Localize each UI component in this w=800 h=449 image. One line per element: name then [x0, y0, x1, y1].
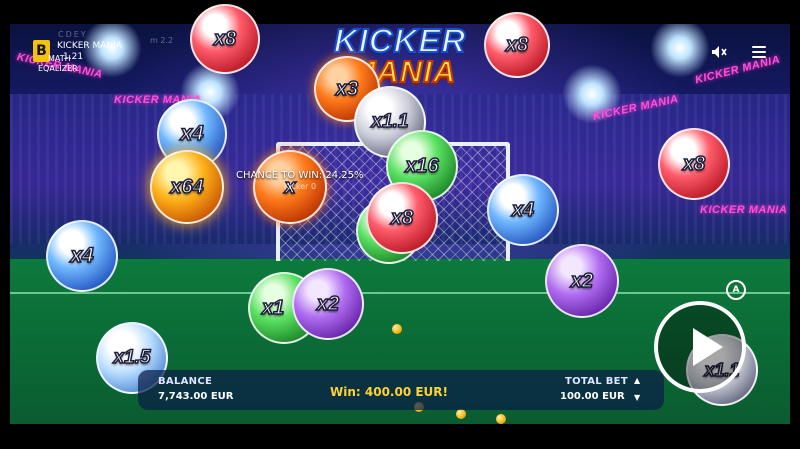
chance-subtext: Kicker 0	[284, 182, 317, 191]
math-line1: MATH	[48, 54, 71, 63]
multiplier-ball: x4	[487, 174, 559, 246]
coin	[456, 409, 466, 419]
multiplier-label: x8	[390, 206, 414, 230]
balance-label: BALANCE	[158, 376, 213, 387]
multiplier-ball: x4	[46, 220, 118, 292]
stadium-light	[650, 24, 710, 78]
multiplier-label: x2	[316, 292, 340, 316]
multiplier-ball: x8	[658, 128, 730, 200]
ghost-text: CDEY	[58, 30, 88, 39]
balance-value: 7,743.00 EUR	[158, 391, 234, 402]
total-bet-value: 100.00 EUR	[560, 391, 625, 402]
multiplier-label: x1.1	[371, 110, 409, 133]
coin	[496, 414, 506, 424]
multiplier-label: x16	[405, 154, 440, 178]
coin	[392, 324, 402, 334]
multiplier-ball: x2	[545, 244, 619, 318]
multiplier-label: x4	[70, 243, 95, 268]
play-icon	[693, 328, 723, 366]
multiplier-ball: x8	[190, 4, 260, 74]
bet-decrease-button[interactable]: ▼	[634, 393, 640, 402]
multiplier-ball: x2	[292, 268, 364, 340]
multiplier-ball: x8	[484, 12, 550, 78]
multiplier-label: x8	[213, 27, 237, 51]
stadium-banner: KICKER MANIA	[700, 204, 788, 216]
multiplier-ball: x8	[366, 182, 438, 254]
pitch-line	[10, 292, 790, 294]
multiplier-label: x2	[570, 269, 594, 293]
sound-muted-icon[interactable]	[711, 45, 727, 59]
hamburger-menu-icon[interactable]	[752, 46, 766, 58]
multiplier-label: x3	[335, 77, 359, 101]
ghost-text: m 2.2	[150, 36, 174, 45]
multiplier-ball: x64	[150, 150, 224, 224]
multiplier-label: x1.5	[113, 346, 151, 369]
play-button[interactable]	[654, 301, 746, 393]
math-label: MATH EQALIZER	[38, 54, 78, 74]
multiplier-label: x64	[170, 175, 205, 199]
win-amount: Win: 400.00 EUR!	[330, 385, 449, 399]
game-title-line1: KICKER MANIA	[57, 41, 123, 51]
multiplier-label: x4	[180, 121, 205, 146]
multiplier-label: x1	[261, 296, 285, 320]
autoplay-button[interactable]: A	[726, 280, 746, 300]
multiplier-label: x8	[505, 33, 529, 57]
total-bet-label: TOTAL BET	[565, 376, 628, 387]
math-line2: EQALIZER	[38, 64, 78, 73]
chance-to-win: CHANCE TO WIN: 24.25%	[236, 170, 364, 181]
multiplier-label: x8	[682, 152, 706, 176]
multiplier-label: x4	[511, 198, 535, 222]
bet-increase-button[interactable]: ▲	[634, 376, 640, 385]
